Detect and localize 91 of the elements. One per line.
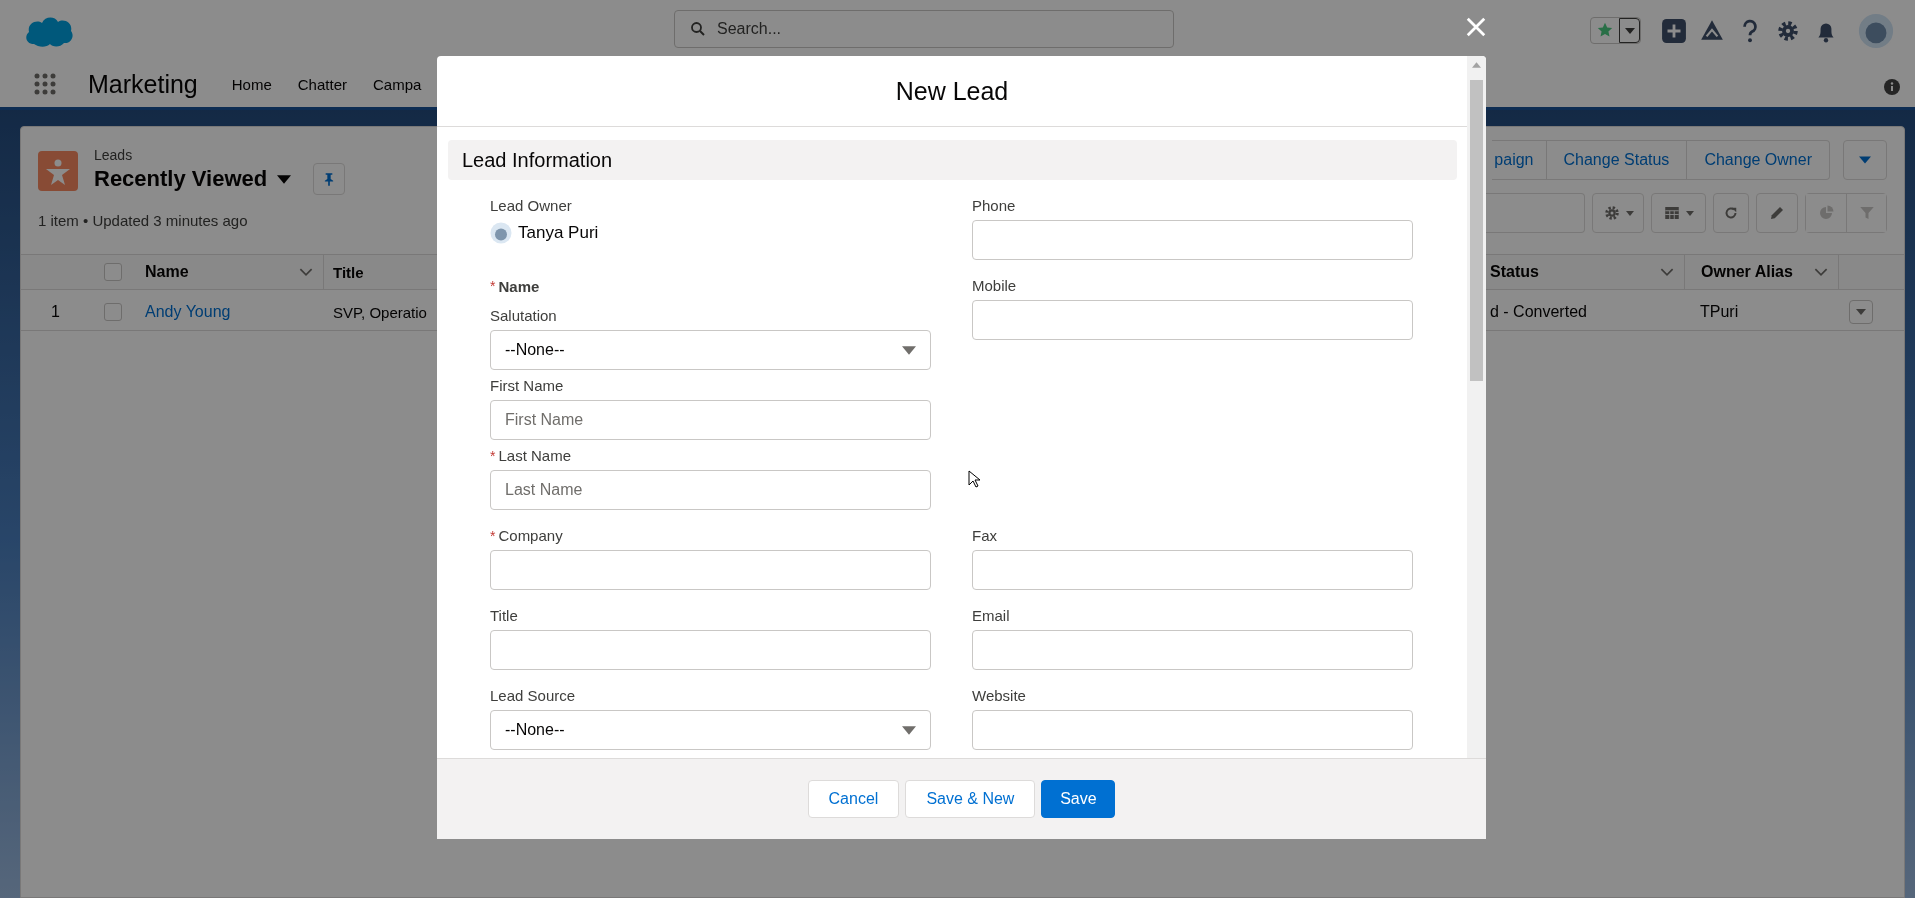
column-header[interactable]: Status xyxy=(1490,263,1539,281)
action-button[interactable]: Change Owner xyxy=(1687,140,1830,180)
list-view-name[interactable]: Recently Viewed xyxy=(94,166,268,192)
refresh-button[interactable] xyxy=(1713,193,1749,233)
footer-button[interactable]: Save & New xyxy=(905,780,1036,818)
input-field[interactable]: First Name xyxy=(490,400,931,440)
app-name: Marketing xyxy=(88,69,198,99)
action-button[interactable]: Change Status xyxy=(1546,140,1688,180)
row-number: 1 xyxy=(51,303,60,321)
chevron-icon[interactable] xyxy=(299,267,313,277)
caret-icon[interactable] xyxy=(277,174,292,184)
footer-button[interactable]: Save xyxy=(1041,780,1116,818)
input-field[interactable] xyxy=(972,710,1413,750)
chevron-icon[interactable] xyxy=(1814,267,1828,277)
required-mark: * xyxy=(490,278,496,294)
pencil-icon xyxy=(1768,204,1786,222)
group-label: Name xyxy=(498,277,540,295)
input-field[interactable] xyxy=(972,300,1413,340)
app-launcher-icon[interactable] xyxy=(33,72,57,96)
field-label: Last Name xyxy=(498,446,571,466)
field-label: Lead Source xyxy=(490,686,576,706)
required-mark: * xyxy=(490,448,496,464)
settings-button[interactable] xyxy=(1592,193,1644,233)
info-icon[interactable] xyxy=(1884,79,1900,95)
modal-title: New Lead xyxy=(895,76,1009,106)
close-icon[interactable] xyxy=(1465,16,1487,38)
field-label: First Name xyxy=(490,376,564,396)
input-field[interactable]: Last Name xyxy=(490,470,931,510)
field-label: Website xyxy=(972,686,1026,706)
table-icon xyxy=(1663,204,1681,222)
favorites-button[interactable] xyxy=(1590,17,1641,44)
field-label: Email xyxy=(972,606,1010,626)
star-icon xyxy=(1596,21,1614,39)
action-button[interactable]: paign xyxy=(1492,140,1547,180)
field-label: Phone xyxy=(972,196,1016,216)
nav-tab[interactable]: Campa xyxy=(373,75,422,93)
required-mark: * xyxy=(490,528,496,544)
search-icon xyxy=(690,21,706,37)
caret-icon xyxy=(1859,156,1871,164)
avatar xyxy=(490,222,512,244)
section-header[interactable]: Lead Information xyxy=(448,140,1457,180)
list-summary: 1 item • Updated 3 minutes ago xyxy=(38,212,249,229)
footer-button[interactable]: Cancel xyxy=(807,780,900,818)
avatar[interactable] xyxy=(1857,11,1895,50)
row-actions-button[interactable] xyxy=(1849,300,1873,324)
nav-tab[interactable]: Home xyxy=(231,75,272,93)
caret-icon xyxy=(1625,210,1634,216)
field-label: Lead Owner xyxy=(490,196,573,216)
settings-icon xyxy=(1602,204,1621,222)
table-cell: d - Converted xyxy=(1490,303,1587,321)
mouse-pointer-icon xyxy=(968,470,980,488)
lead-icon xyxy=(38,151,78,191)
search-field[interactable]: Search... xyxy=(674,10,1174,48)
pin-button[interactable] xyxy=(313,163,346,195)
pin-icon xyxy=(324,172,335,186)
scrollbar-thumb[interactable] xyxy=(1470,80,1483,381)
row-checkbox[interactable] xyxy=(104,303,122,321)
select-field[interactable]: --None-- xyxy=(490,330,931,370)
lead-name-link[interactable]: Andy Young xyxy=(145,303,231,321)
table-cell: TPuri xyxy=(1700,303,1739,321)
caret-icon xyxy=(1624,27,1635,34)
column-header[interactable]: Name xyxy=(145,263,189,281)
input-field[interactable] xyxy=(972,550,1413,590)
column-header[interactable]: Owner Alias xyxy=(1701,263,1793,281)
owner-name: Tanya Puri xyxy=(518,223,599,243)
caret-icon xyxy=(902,725,916,735)
display-as-button[interactable] xyxy=(1651,193,1706,233)
field-label: Fax xyxy=(972,526,997,546)
input-field[interactable] xyxy=(972,630,1413,670)
caret-icon xyxy=(902,345,916,355)
object-label: Leads xyxy=(94,147,134,163)
field-label: Title xyxy=(490,606,518,626)
input-field[interactable] xyxy=(972,220,1413,260)
input-field[interactable] xyxy=(490,630,931,670)
column-header[interactable]: Title xyxy=(333,263,364,281)
edit-button[interactable] xyxy=(1756,193,1798,233)
field-label: Mobile xyxy=(972,276,1017,296)
chevron-icon[interactable] xyxy=(1660,267,1674,277)
select-all-checkbox[interactable] xyxy=(104,263,122,281)
add-icon[interactable] xyxy=(1661,17,1687,44)
more-actions-button[interactable] xyxy=(1843,140,1887,180)
caret-icon xyxy=(1686,210,1694,216)
field-label: Company xyxy=(498,526,563,546)
scrollbar[interactable] xyxy=(1467,56,1486,758)
table-cell: SVP, Operatio xyxy=(333,303,427,321)
pie-chart-icon xyxy=(1817,204,1835,222)
nav-tab[interactable]: Chatter xyxy=(297,75,347,93)
input-field[interactable] xyxy=(490,550,931,590)
caret-icon xyxy=(1856,309,1866,315)
field-label: Salutation xyxy=(490,306,557,326)
select-field[interactable]: --None-- xyxy=(490,710,931,750)
